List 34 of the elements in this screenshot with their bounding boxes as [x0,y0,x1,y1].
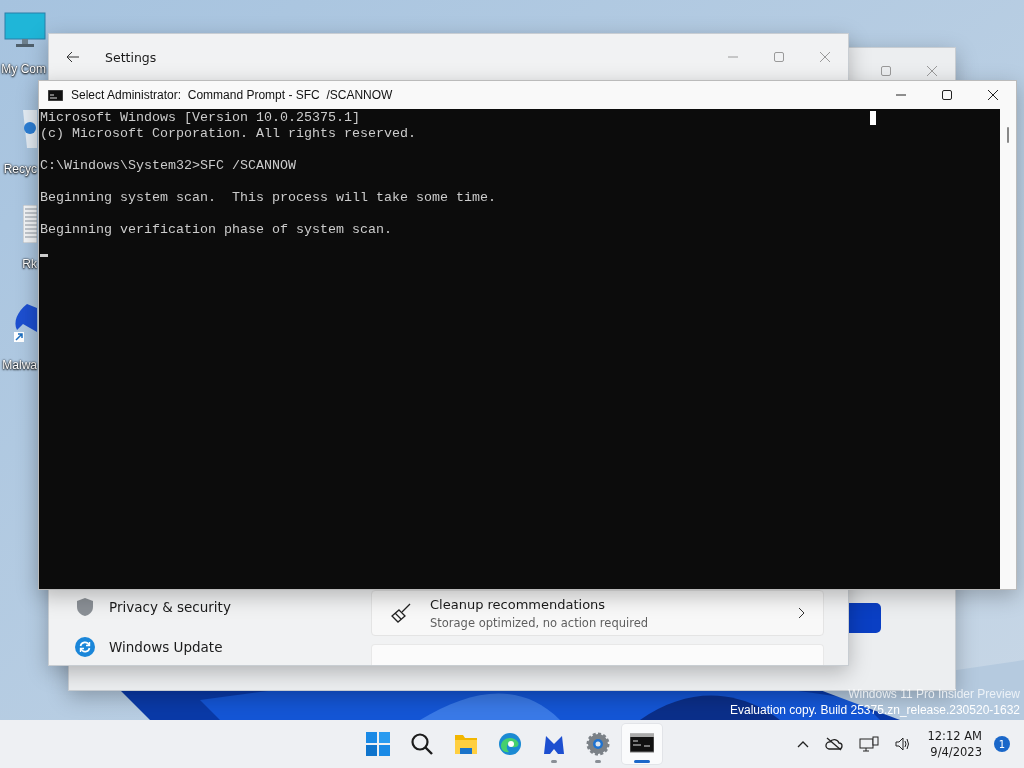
shield-icon [75,597,95,617]
console-line: (c) Microsoft Corporation. All rights reserved. [40,126,416,142]
command-prompt-icon [630,733,654,753]
text-cursor [40,254,48,257]
taskbar-app-button[interactable] [622,724,662,764]
window-title: Select Administrator: Command Prompt - SFC /SCANNOW [71,88,393,102]
window-title: Settings [105,49,157,65]
windows-start-icon [366,732,390,756]
sidebar-item[interactable]: Privacy & security [71,597,371,617]
broom-icon [390,602,412,624]
malwarebytes-icon [544,736,564,754]
card-title: Cleanup recommendations [430,596,607,612]
monitor-icon [4,12,46,48]
close-icon[interactable] [988,90,998,100]
text-cursor [870,111,876,125]
folder-icon [455,735,477,754]
back-arrow-icon[interactable] [66,51,80,63]
scrollbar-thumb[interactable] [1007,127,1009,143]
card-subtitle: Storage optimized, no action required [430,615,650,630]
console-line: C:\Windows\System32>SFC /SCANNOW [40,158,296,174]
console-line: Microsoft Windows [Version 10.0.25375.1] [40,110,360,126]
edge-icon [499,733,521,755]
console-line: Beginning system scan. This process will take some time. [40,190,496,206]
maximize-icon[interactable] [942,90,952,100]
clock[interactable]: 12:12 AM 9/4/2023 [923,728,986,760]
search-icon [411,733,433,755]
command-prompt-icon [48,89,63,101]
chevron-right-icon [798,607,805,619]
console-line: Beginning verification phase of system scan. [40,222,392,238]
settings-icon [586,732,610,756]
update-icon [75,637,95,657]
settings-card[interactable]: Cleanup recommendations Storage optimized, no action required [371,590,824,636]
notification-badge[interactable]: 1 [994,736,1010,752]
sidebar-item[interactable]: Windows Update [71,637,371,657]
